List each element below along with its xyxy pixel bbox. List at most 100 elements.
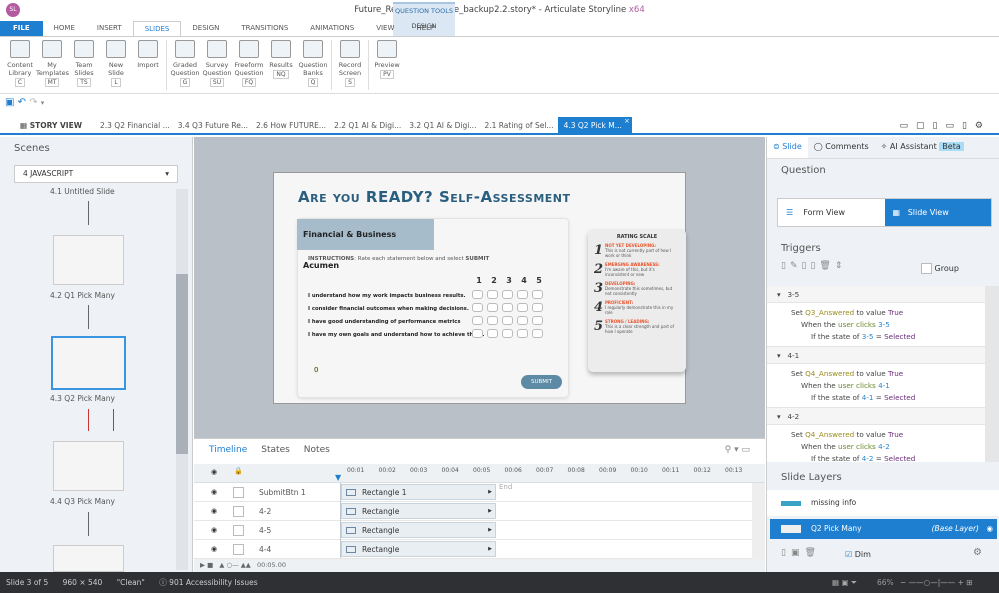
content-library-button[interactable]: Content Library C (4, 37, 36, 93)
customize-icon[interactable]: ▾ (41, 99, 45, 107)
checkbox[interactable] (517, 316, 528, 325)
checkbox[interactable] (487, 290, 498, 299)
save-icon[interactable]: ▣ (5, 97, 14, 108)
team-slides-button[interactable]: Team Slides TS (68, 37, 100, 93)
freeform-question-button[interactable]: Freeform Question FQ (233, 37, 265, 93)
submit-button[interactable]: SUBMIT (521, 375, 562, 389)
checkbox[interactable] (502, 303, 513, 312)
slide-thumbnail-selected[interactable] (51, 336, 126, 390)
view-icons[interactable]: ▦ ▣ ⏷ (832, 572, 857, 593)
device-preview-icons[interactable]: ▭▢▯▭▯⚙ (900, 117, 999, 133)
preview-button[interactable]: Preview PV (371, 37, 403, 93)
trigger-header[interactable]: ▾ 4-2 (767, 408, 985, 425)
checkbox[interactable] (532, 316, 543, 325)
timeline-row[interactable]: ◉ 4-2 Rectangle ▶ (194, 502, 752, 521)
play-icon[interactable]: ▶ ■ (200, 561, 213, 569)
lock-checkbox[interactable] (233, 505, 244, 517)
slide-tab[interactable]: 3.4 Q3 Future Re... (174, 117, 252, 133)
tab-home[interactable]: HOME (43, 21, 86, 36)
tab-timeline[interactable]: Timeline (209, 445, 247, 457)
timeline-row[interactable]: ◉ 4-4 Rectangle ▶ (194, 540, 752, 559)
checkbox[interactable] (472, 316, 483, 325)
timeline-scrollbar[interactable] (752, 483, 765, 559)
zoom-slider[interactable]: ▲ ○— ▲▲ (219, 561, 250, 569)
gear-icon[interactable]: ⚙ (973, 547, 982, 558)
checkbox[interactable] (517, 290, 528, 299)
question-banks-button[interactable]: Question Banks Q (297, 37, 329, 93)
tab-help[interactable]: HELP (405, 21, 445, 36)
eye-icon[interactable]: ◉ (211, 468, 217, 476)
trigger-group[interactable]: ▾ 4-1 Set Q4_Answered to value True When t… (767, 347, 985, 408)
pin-icon[interactable]: ⚲ ▾ ▭ (725, 445, 750, 457)
checkbox[interactable] (502, 290, 513, 299)
undo-icon[interactable]: ↶ (18, 97, 26, 108)
trigger-group[interactable]: ▾ 4-2 Set Q4_Answered to value True When t… (767, 408, 985, 462)
form-view-button[interactable]: ☰ Form View (778, 199, 885, 226)
trigger-header[interactable]: ▾ 4-1 (767, 347, 985, 364)
slide-label[interactable]: 4.1 Untitled Slide (50, 187, 115, 196)
tab-slide[interactable]: ⊜ Slide (767, 137, 808, 158)
slide-tab[interactable]: 2.3 Q2 Financial ... (96, 117, 174, 133)
eye-icon[interactable]: ◉ (211, 545, 217, 553)
playhead[interactable]: ▼ (335, 473, 341, 482)
graded-question-button[interactable]: Graded Question G (169, 37, 201, 93)
timeline-bar[interactable]: Rectangle 1 ▶ (341, 484, 496, 500)
tab-notes[interactable]: Notes (304, 445, 330, 457)
timeline-bar[interactable]: Rectangle ▶ (341, 503, 496, 519)
slide-label[interactable]: 4.4 Q3 Pick Many (50, 497, 115, 506)
zoom-slider[interactable]: − ——○—|—— + ⊞ (900, 572, 973, 593)
tab-design[interactable]: DESIGN (181, 21, 230, 36)
lock-icon[interactable]: 🔒 (234, 467, 243, 475)
tab-file[interactable]: FILE (0, 21, 43, 36)
tab-insert[interactable]: INSERT (86, 21, 133, 36)
checkbox[interactable] (487, 303, 498, 312)
my-templates-button[interactable]: My Templates MT (36, 37, 69, 93)
trigger-group[interactable]: ▾ 3-5 Set Q3_Answered to value True When t… (767, 286, 985, 347)
accessibility-issues[interactable]: ⓘ 901 Accessibility Issues (159, 578, 257, 587)
slide-label[interactable]: 4.3 Q2 Pick Many (50, 394, 115, 403)
lock-checkbox[interactable] (233, 486, 244, 498)
timeline-bar[interactable]: Rectangle ▶ (341, 522, 496, 538)
slide-thumbnail[interactable] (53, 235, 124, 285)
checkbox[interactable] (502, 329, 513, 338)
checkbox[interactable] (487, 329, 498, 338)
import-button[interactable]: Import (132, 37, 164, 93)
slide-tab[interactable]: 3.2 Q1 AI & Digi... (405, 117, 480, 133)
layer-item-base[interactable]: Q2 Pick Many (Base Layer) ◉ (770, 519, 997, 539)
layer-item[interactable]: missing info (767, 490, 999, 516)
tab-ai-assistant[interactable]: ✧ AI Assistant Beta (875, 137, 970, 158)
group-checkbox[interactable]: Group (921, 263, 959, 274)
checkbox[interactable] (472, 290, 483, 299)
slide-tab-active[interactable]: 4.3 Q2 Pick M... × (557, 117, 632, 133)
tab-comments[interactable]: ◯ Comments (808, 137, 875, 158)
checkbox[interactable] (532, 329, 543, 338)
checkbox[interactable] (532, 290, 543, 299)
tab-story-view[interactable]: ▦ STORY VIEW (0, 117, 96, 133)
dim-checkbox[interactable]: ☑ Dim (845, 550, 871, 559)
timeline-row[interactable]: ◉ SubmitBtn 1 Rectangle 1 ▶ (194, 483, 752, 502)
eye-icon[interactable]: ◉ (211, 507, 217, 515)
slide-thumbnail[interactable] (53, 545, 124, 572)
checkbox[interactable] (487, 316, 498, 325)
timeline-bar[interactable]: Rectangle ▶ (341, 541, 496, 557)
checkbox[interactable] (517, 329, 528, 338)
slide-label[interactable]: 4.2 Q1 Pick Many (50, 291, 115, 300)
new-slide-button[interactable]: New Slide L (100, 37, 132, 93)
trigger-header[interactable]: ▾ 3-5 (767, 286, 985, 303)
slide-view-button[interactable]: ▦ Slide View (884, 199, 991, 226)
tab-slides[interactable]: SLIDES (132, 21, 182, 36)
checkbox[interactable] (502, 316, 513, 325)
checkbox[interactable] (472, 329, 483, 338)
slide-thumbnail[interactable] (53, 441, 124, 491)
scene-dropdown[interactable]: 4 JAVASCRIPT ▾ (14, 165, 178, 183)
eye-icon[interactable]: ◉ (986, 519, 993, 539)
redo-icon[interactable]: ↷ (29, 97, 37, 108)
lock-checkbox[interactable] (233, 524, 244, 536)
tab-animations[interactable]: ANIMATIONS (299, 21, 365, 36)
slide-tab[interactable]: 2.1 Rating of Sel... (480, 117, 557, 133)
tab-transitions[interactable]: TRANSITIONS (230, 21, 299, 36)
results-button[interactable]: Results NQ (265, 37, 297, 93)
tab-states[interactable]: States (261, 445, 290, 457)
eye-icon[interactable]: ◉ (211, 526, 217, 534)
triggers-scrollbar[interactable] (985, 286, 999, 462)
